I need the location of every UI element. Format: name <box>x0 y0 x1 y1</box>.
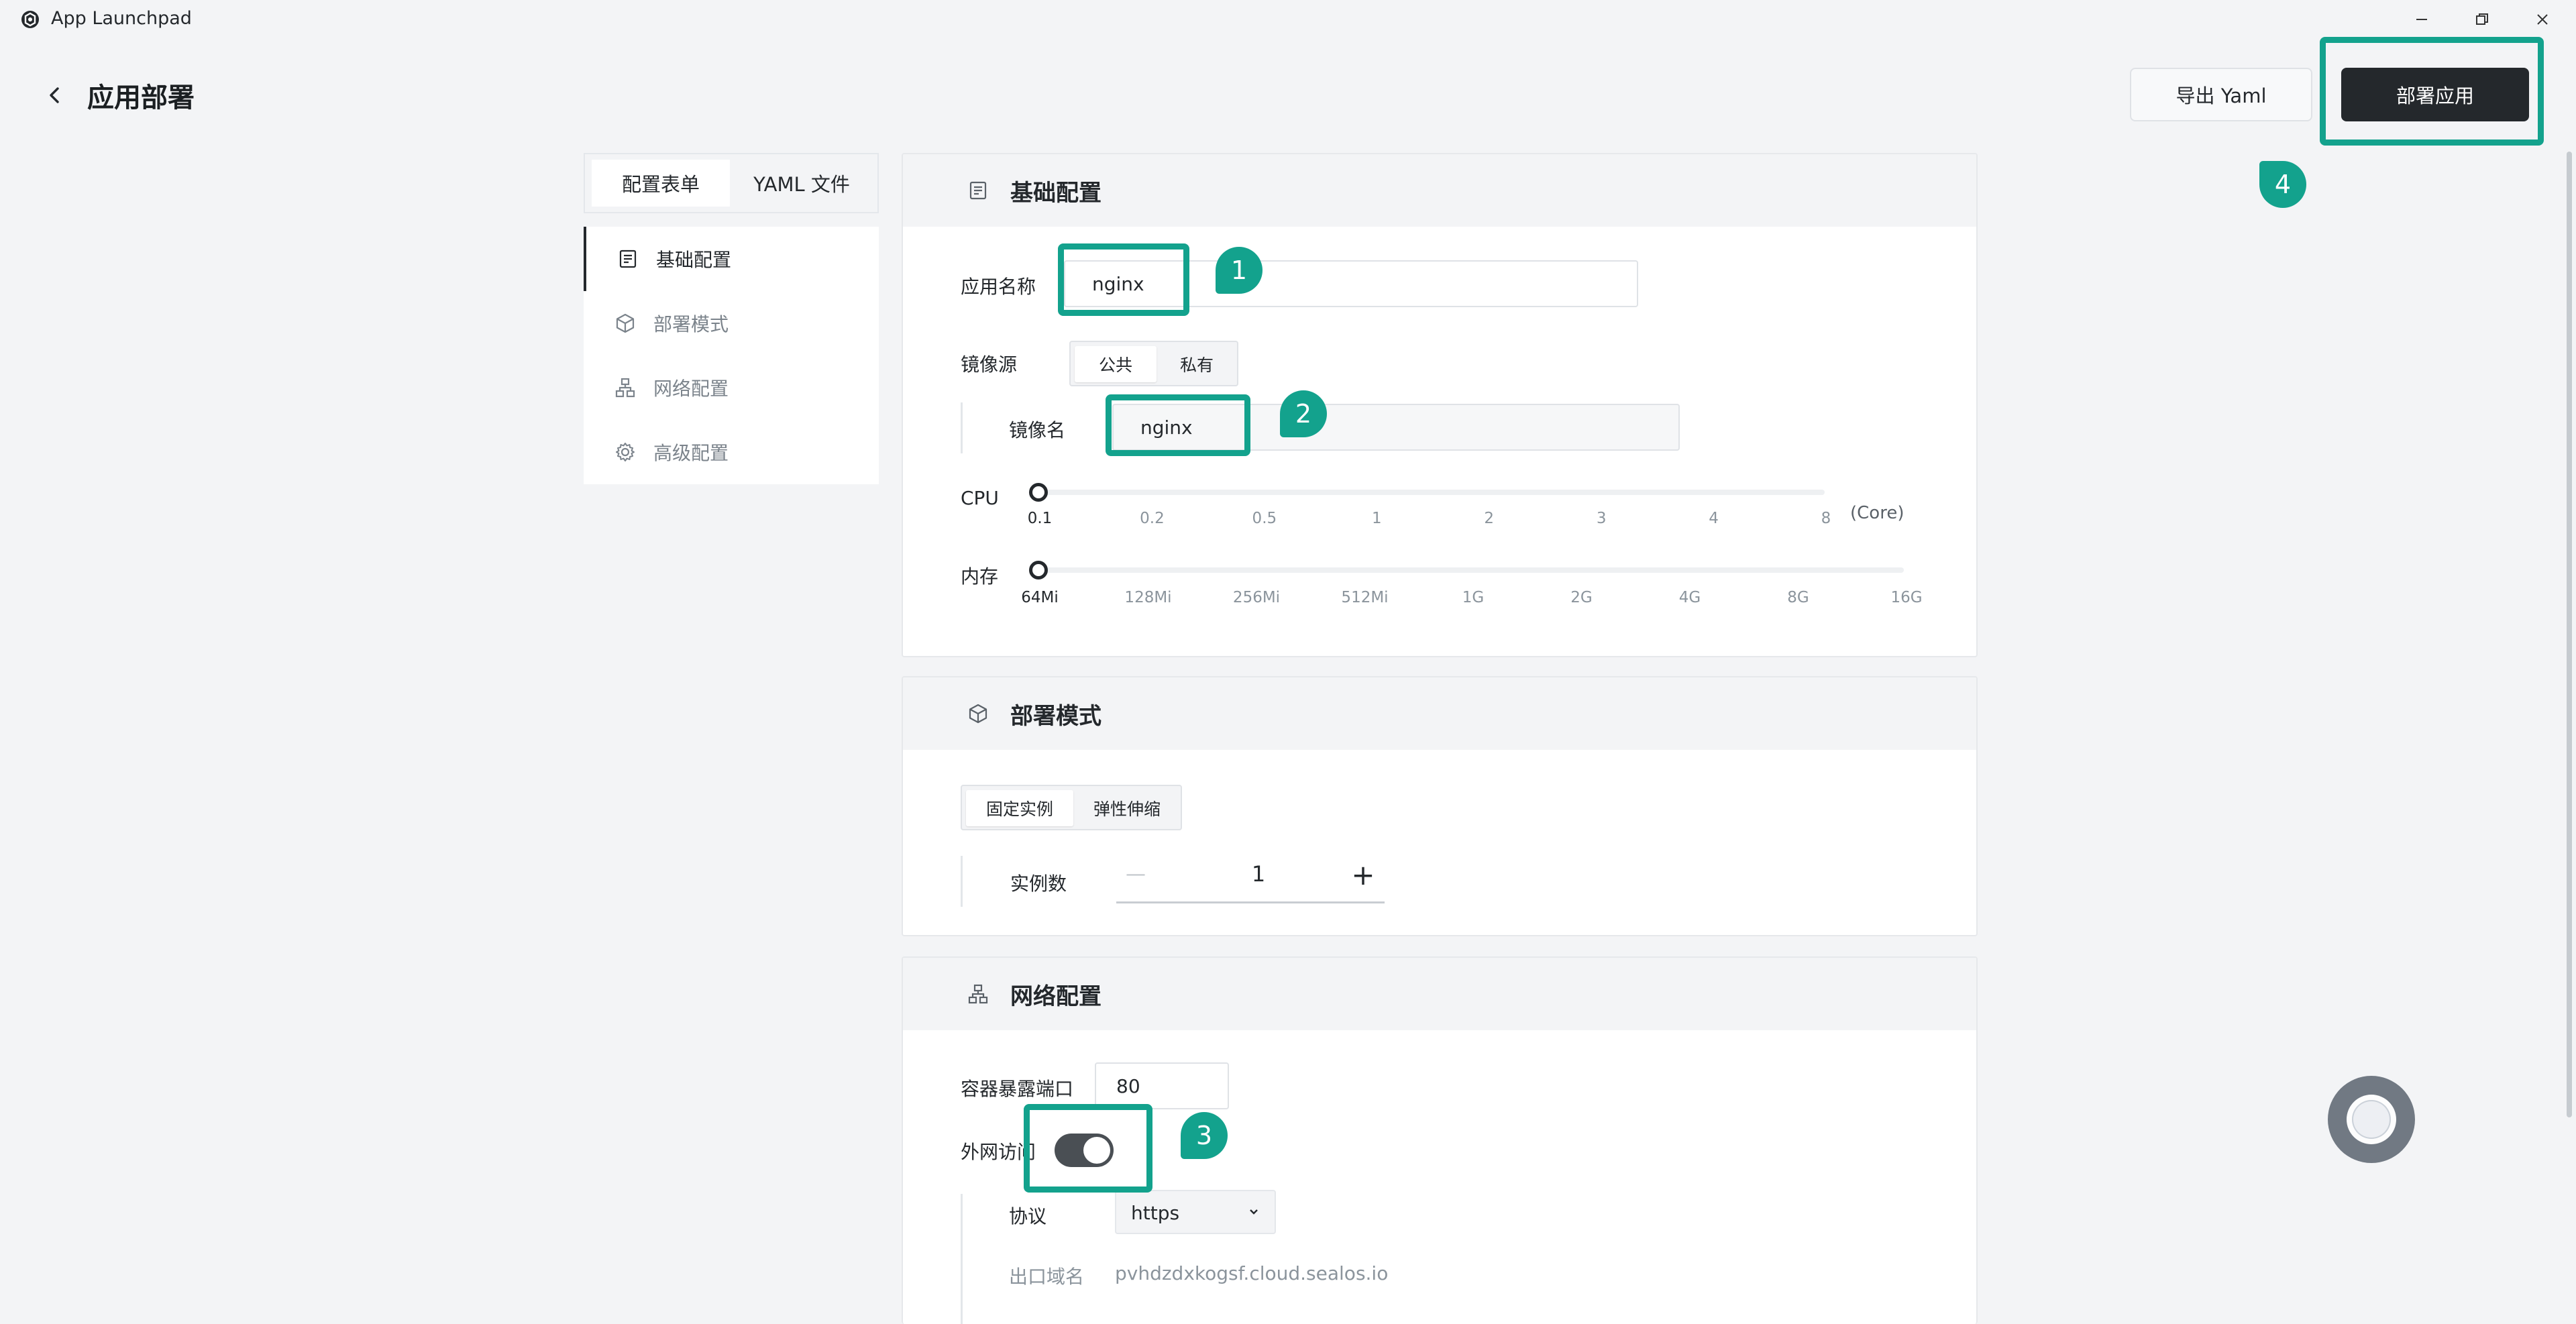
decrement-button[interactable]: — <box>1119 857 1152 891</box>
domain-value: pvhdzdxkogsf.cloud.sealos.io <box>1115 1262 1389 1284</box>
memory-tick-label[interactable]: 2G <box>1570 589 1592 606</box>
back-button[interactable] <box>39 79 71 111</box>
image-source-private[interactable]: 私有 <box>1158 346 1236 382</box>
cpu-tick-label[interactable]: 1 <box>1372 510 1382 527</box>
memory-tick-label[interactable]: 1G <box>1462 589 1484 606</box>
highlight-box-3 <box>1024 1104 1152 1193</box>
cpu-slider-thumb[interactable] <box>1029 483 1048 502</box>
memory-tick-label[interactable]: 8G <box>1787 589 1809 606</box>
card-title: 部署模式 <box>1010 702 1102 730</box>
cpu-unit-label: (Core) <box>1850 503 1904 523</box>
image-source-toggle: 公共 私有 <box>1069 341 1238 386</box>
card-title: 网络配置 <box>1010 983 1102 1010</box>
card-title: 基础配置 <box>1010 179 1102 207</box>
sidebar-item-deploy-mode[interactable]: 部署模式 <box>584 291 879 355</box>
tab-switch: 配置表单 YAML 文件 <box>584 153 879 213</box>
chevron-left-icon <box>50 87 59 103</box>
close-icon[interactable] <box>2519 4 2566 35</box>
cpu-tick-label[interactable]: 2 <box>1484 510 1494 527</box>
indent-line <box>961 1194 963 1324</box>
cpu-tick-label[interactable]: 0.1 <box>1028 510 1053 527</box>
step-badge-4: 4 <box>2259 161 2306 208</box>
title-bar <box>0 0 2576 39</box>
instances-value[interactable]: 1 <box>1212 856 1305 892</box>
card-header: 基础配置 <box>903 154 1976 227</box>
protocol-select[interactable]: https <box>1115 1190 1276 1234</box>
cpu-tick-label[interactable]: 3 <box>1597 510 1607 527</box>
sidebar-item-advanced-config[interactable]: 高级配置 <box>584 420 879 484</box>
sidebar-item-network-config[interactable]: 网络配置 <box>584 355 879 420</box>
memory-tick-label[interactable]: 4G <box>1679 589 1701 606</box>
sidebar-item-label: 网络配置 <box>653 378 729 400</box>
chevron-down-icon <box>1246 1205 1261 1219</box>
image-source-public[interactable]: 公共 <box>1075 346 1157 382</box>
tab-config-form[interactable]: 配置表单 <box>592 160 730 207</box>
protocol-label: 协议 <box>1009 1205 1047 1227</box>
step-badge-2: 2 <box>1280 390 1327 437</box>
indent-line <box>961 402 963 453</box>
sidebar-item-basic-config[interactable]: 基础配置 <box>584 227 879 291</box>
document-icon <box>614 245 641 272</box>
cpu-slider-track[interactable] <box>1038 490 1825 495</box>
page-title: 应用部署 <box>87 82 195 113</box>
scrollbar-thumb[interactable] <box>2567 152 2572 1117</box>
cube-icon <box>965 700 991 727</box>
restore-icon[interactable] <box>2459 4 2506 35</box>
memory-slider-track[interactable] <box>1038 567 1904 573</box>
step-badge-1: 1 <box>1216 247 1263 294</box>
cpu-tick-label[interactable]: 4 <box>1709 510 1719 527</box>
image-source-label: 镜像源 <box>961 353 1018 376</box>
app-name-label: 应用名称 <box>961 276 1036 298</box>
app-logo-icon <box>20 9 40 30</box>
window-title: App Launchpad <box>51 8 192 29</box>
highlight-box-2 <box>1106 394 1250 456</box>
deploy-mode-toggle: 固定实例 弹性伸缩 <box>961 785 1182 830</box>
highlight-box-4 <box>2320 37 2544 146</box>
highlight-box-1 <box>1058 243 1189 316</box>
cube-icon <box>612 310 639 337</box>
port-input[interactable]: 80 <box>1095 1062 1229 1109</box>
deploy-mode-card: 部署模式 固定实例 弹性伸缩 实例数 — 1 + <box>902 676 1978 936</box>
domain-label: 出口域名 <box>1009 1266 1085 1288</box>
port-label: 容器暴露端口 <box>961 1078 1074 1100</box>
basic-config-card: 基础配置 应用名称 nginx 镜像源 公共 私有 镜像名 nginx CPU … <box>902 153 1978 657</box>
mode-autoscale[interactable]: 弹性伸缩 <box>1075 790 1179 826</box>
protocol-value: https <box>1131 1202 1180 1224</box>
mode-fixed-instance[interactable]: 固定实例 <box>966 790 1073 826</box>
floating-assistant-button[interactable] <box>2328 1076 2415 1163</box>
memory-tick-label[interactable]: 64Mi <box>1021 589 1059 606</box>
instances-label: 实例数 <box>1010 873 1067 895</box>
network-icon <box>612 374 639 401</box>
sidebar-item-label: 高级配置 <box>653 442 729 464</box>
floating-button-core <box>2352 1100 2391 1139</box>
memory-tick-label[interactable]: 256Mi <box>1233 589 1280 606</box>
gear-icon <box>612 439 639 465</box>
export-yaml-button[interactable]: 导出 Yaml <box>2130 68 2312 121</box>
sidebar-item-label: 基础配置 <box>656 249 732 271</box>
memory-tick-label[interactable]: 16G <box>1890 589 1922 606</box>
card-header: 网络配置 <box>903 958 1976 1030</box>
network-icon <box>965 981 991 1007</box>
stepper-underline <box>1116 901 1385 903</box>
memory-slider-thumb[interactable] <box>1029 561 1048 580</box>
minimize-icon[interactable] <box>2398 4 2445 35</box>
cpu-label: CPU <box>961 487 999 509</box>
cpu-tick-label[interactable]: 0.2 <box>1140 510 1165 527</box>
document-icon <box>965 177 991 204</box>
card-header: 部署模式 <box>903 677 1976 750</box>
sidebar-item-label: 部署模式 <box>653 313 729 335</box>
memory-label: 内存 <box>961 565 999 588</box>
tab-yaml-file[interactable]: YAML 文件 <box>731 160 872 207</box>
cpu-tick-label[interactable]: 0.5 <box>1252 510 1277 527</box>
indent-line <box>961 856 963 907</box>
increment-button[interactable]: + <box>1344 856 1382 893</box>
cpu-tick-label[interactable]: 8 <box>1821 510 1831 527</box>
memory-tick-label[interactable]: 128Mi <box>1124 589 1171 606</box>
image-name-label: 镜像名 <box>1009 419 1066 441</box>
memory-tick-label[interactable]: 512Mi <box>1341 589 1388 606</box>
step-badge-3: 3 <box>1181 1112 1228 1159</box>
